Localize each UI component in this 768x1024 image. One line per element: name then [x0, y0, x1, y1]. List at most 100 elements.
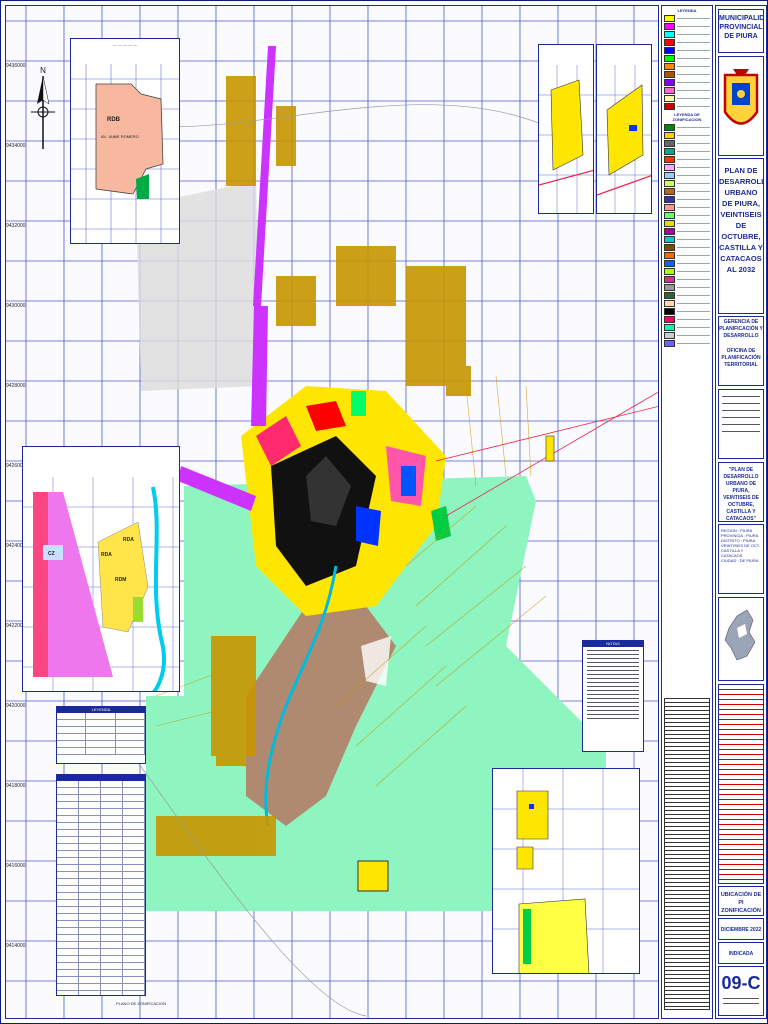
- legend-item: [664, 244, 710, 251]
- zoning-map[interactable]: 9436000 9434000 9432000 9430000 9428000 …: [5, 5, 659, 1019]
- title-block: MUNICIPALIDAD PROVINCIAL DE PIURA PLAN D…: [715, 5, 767, 1019]
- table-row: [57, 851, 145, 858]
- legend-item: [664, 15, 710, 22]
- legend-item: [664, 55, 710, 62]
- legend-item: [664, 63, 710, 70]
- entity-name: MUNICIPALIDAD PROVINCIAL DE PIURA: [718, 9, 764, 53]
- notes-title: NOTAS: [583, 641, 643, 647]
- legend-swatch: [664, 31, 675, 38]
- table-row: [57, 720, 145, 727]
- coordinates-table: [664, 698, 710, 1010]
- inset-map-top-right-b[interactable]: [596, 44, 652, 214]
- legend-swatch: [664, 204, 675, 211]
- legend-item: [664, 236, 710, 243]
- legend-list: [662, 15, 712, 110]
- legend-item: [664, 204, 710, 211]
- legend-text: [677, 343, 710, 344]
- legend-swatch: [664, 228, 675, 235]
- table-row: [57, 921, 145, 928]
- location-block: REGION : PIURA PROVINCIA : PIURA DISTRIT…: [718, 524, 764, 594]
- legend-item: [664, 340, 710, 347]
- legend-item: [664, 39, 710, 46]
- legend-swatch: [664, 95, 675, 102]
- legend-swatch: [664, 324, 675, 331]
- legend-text: [677, 82, 710, 83]
- table-row: [57, 907, 145, 914]
- legend-swatch: [664, 124, 675, 131]
- zone-label: RDM: [115, 577, 127, 583]
- coord-label: 9414000: [6, 943, 26, 949]
- gerencia: GERENCIA DE PLANIFICACIÓN Y DESARROLLO O…: [718, 316, 764, 386]
- inset-canvas: [539, 65, 593, 213]
- legend-item: [664, 23, 710, 30]
- legend-text: [677, 215, 710, 216]
- inset-map-bottom-right[interactable]: [492, 768, 640, 974]
- legend-item: [664, 324, 710, 331]
- legend-item: [664, 71, 710, 78]
- legend-swatch: [664, 340, 675, 347]
- legend-text: [677, 303, 710, 304]
- svg-text:N: N: [40, 66, 46, 75]
- legend-title: LEYENDA: [677, 8, 697, 13]
- legend-text: [677, 98, 710, 99]
- table-row: [57, 788, 145, 795]
- legend-panel: LEYENDA LEYENDA DE ZONIFICACION: [661, 5, 713, 1019]
- legend-item: [664, 31, 710, 38]
- legend-item: [664, 308, 710, 315]
- legend-text: [677, 106, 710, 107]
- zone-label: RDB: [107, 117, 120, 123]
- legend-swatch: [664, 156, 675, 163]
- location-map-icon: [724, 609, 756, 661]
- legend-swatch: [664, 236, 675, 243]
- team-block: [718, 389, 764, 459]
- legend-swatch: [664, 308, 675, 315]
- inset-map-top-right-a[interactable]: [538, 44, 594, 214]
- coord-label: 9434000: [6, 143, 26, 149]
- table-row: [57, 844, 145, 851]
- zoning-table-top: LEYENDA: [56, 706, 146, 764]
- legend-swatch: [664, 268, 675, 275]
- signatures-block: [718, 684, 764, 884]
- legend-item: [664, 284, 710, 291]
- table-row: [57, 795, 145, 802]
- legend-item: [664, 148, 710, 155]
- legend-swatch: [664, 87, 675, 94]
- coord-label: 9418000: [6, 783, 26, 789]
- legend-text: [677, 183, 710, 184]
- table-row: [57, 872, 145, 879]
- table-row: [57, 949, 145, 956]
- legend-swatch: [664, 71, 675, 78]
- legend-swatch: [664, 196, 675, 203]
- table-row: [57, 741, 145, 748]
- location-map: [718, 597, 764, 681]
- table-row: [57, 816, 145, 823]
- table-row: [57, 914, 145, 921]
- table-row: [57, 802, 145, 809]
- legend-item: [664, 124, 710, 131]
- legend-text: [677, 279, 710, 280]
- ciudad-value: DE PIURA: [739, 558, 759, 563]
- legend-text: [677, 319, 710, 320]
- project-name: "PLAN DE DESARROLLO URBANO DE PIURA, VEI…: [718, 462, 764, 522]
- legend-text: [677, 151, 710, 152]
- north-arrow-icon: N: [31, 66, 55, 149]
- legend-text: [677, 74, 710, 75]
- legend-text: [677, 167, 710, 168]
- table-row: [57, 991, 145, 995]
- legend-text: [677, 42, 710, 43]
- legend-swatch: [664, 252, 675, 259]
- legend-text: [677, 135, 710, 136]
- inset-map-left[interactable]: RDA RDM CZ RDA: [22, 446, 180, 692]
- legend-item: [664, 156, 710, 163]
- inset-map-rdb[interactable]: — — — — — RDB AV. JAIME ROMERO: [70, 38, 180, 244]
- legend-item: [664, 220, 710, 227]
- legend-item: [664, 164, 710, 171]
- legend-item: [664, 180, 710, 187]
- table-row: [57, 865, 145, 872]
- legend-item: [664, 79, 710, 86]
- legend-swatch: [664, 140, 675, 147]
- legend-item: [664, 292, 710, 299]
- legend-text: [677, 143, 710, 144]
- legend-text: [677, 66, 710, 67]
- legend-text: [677, 311, 710, 312]
